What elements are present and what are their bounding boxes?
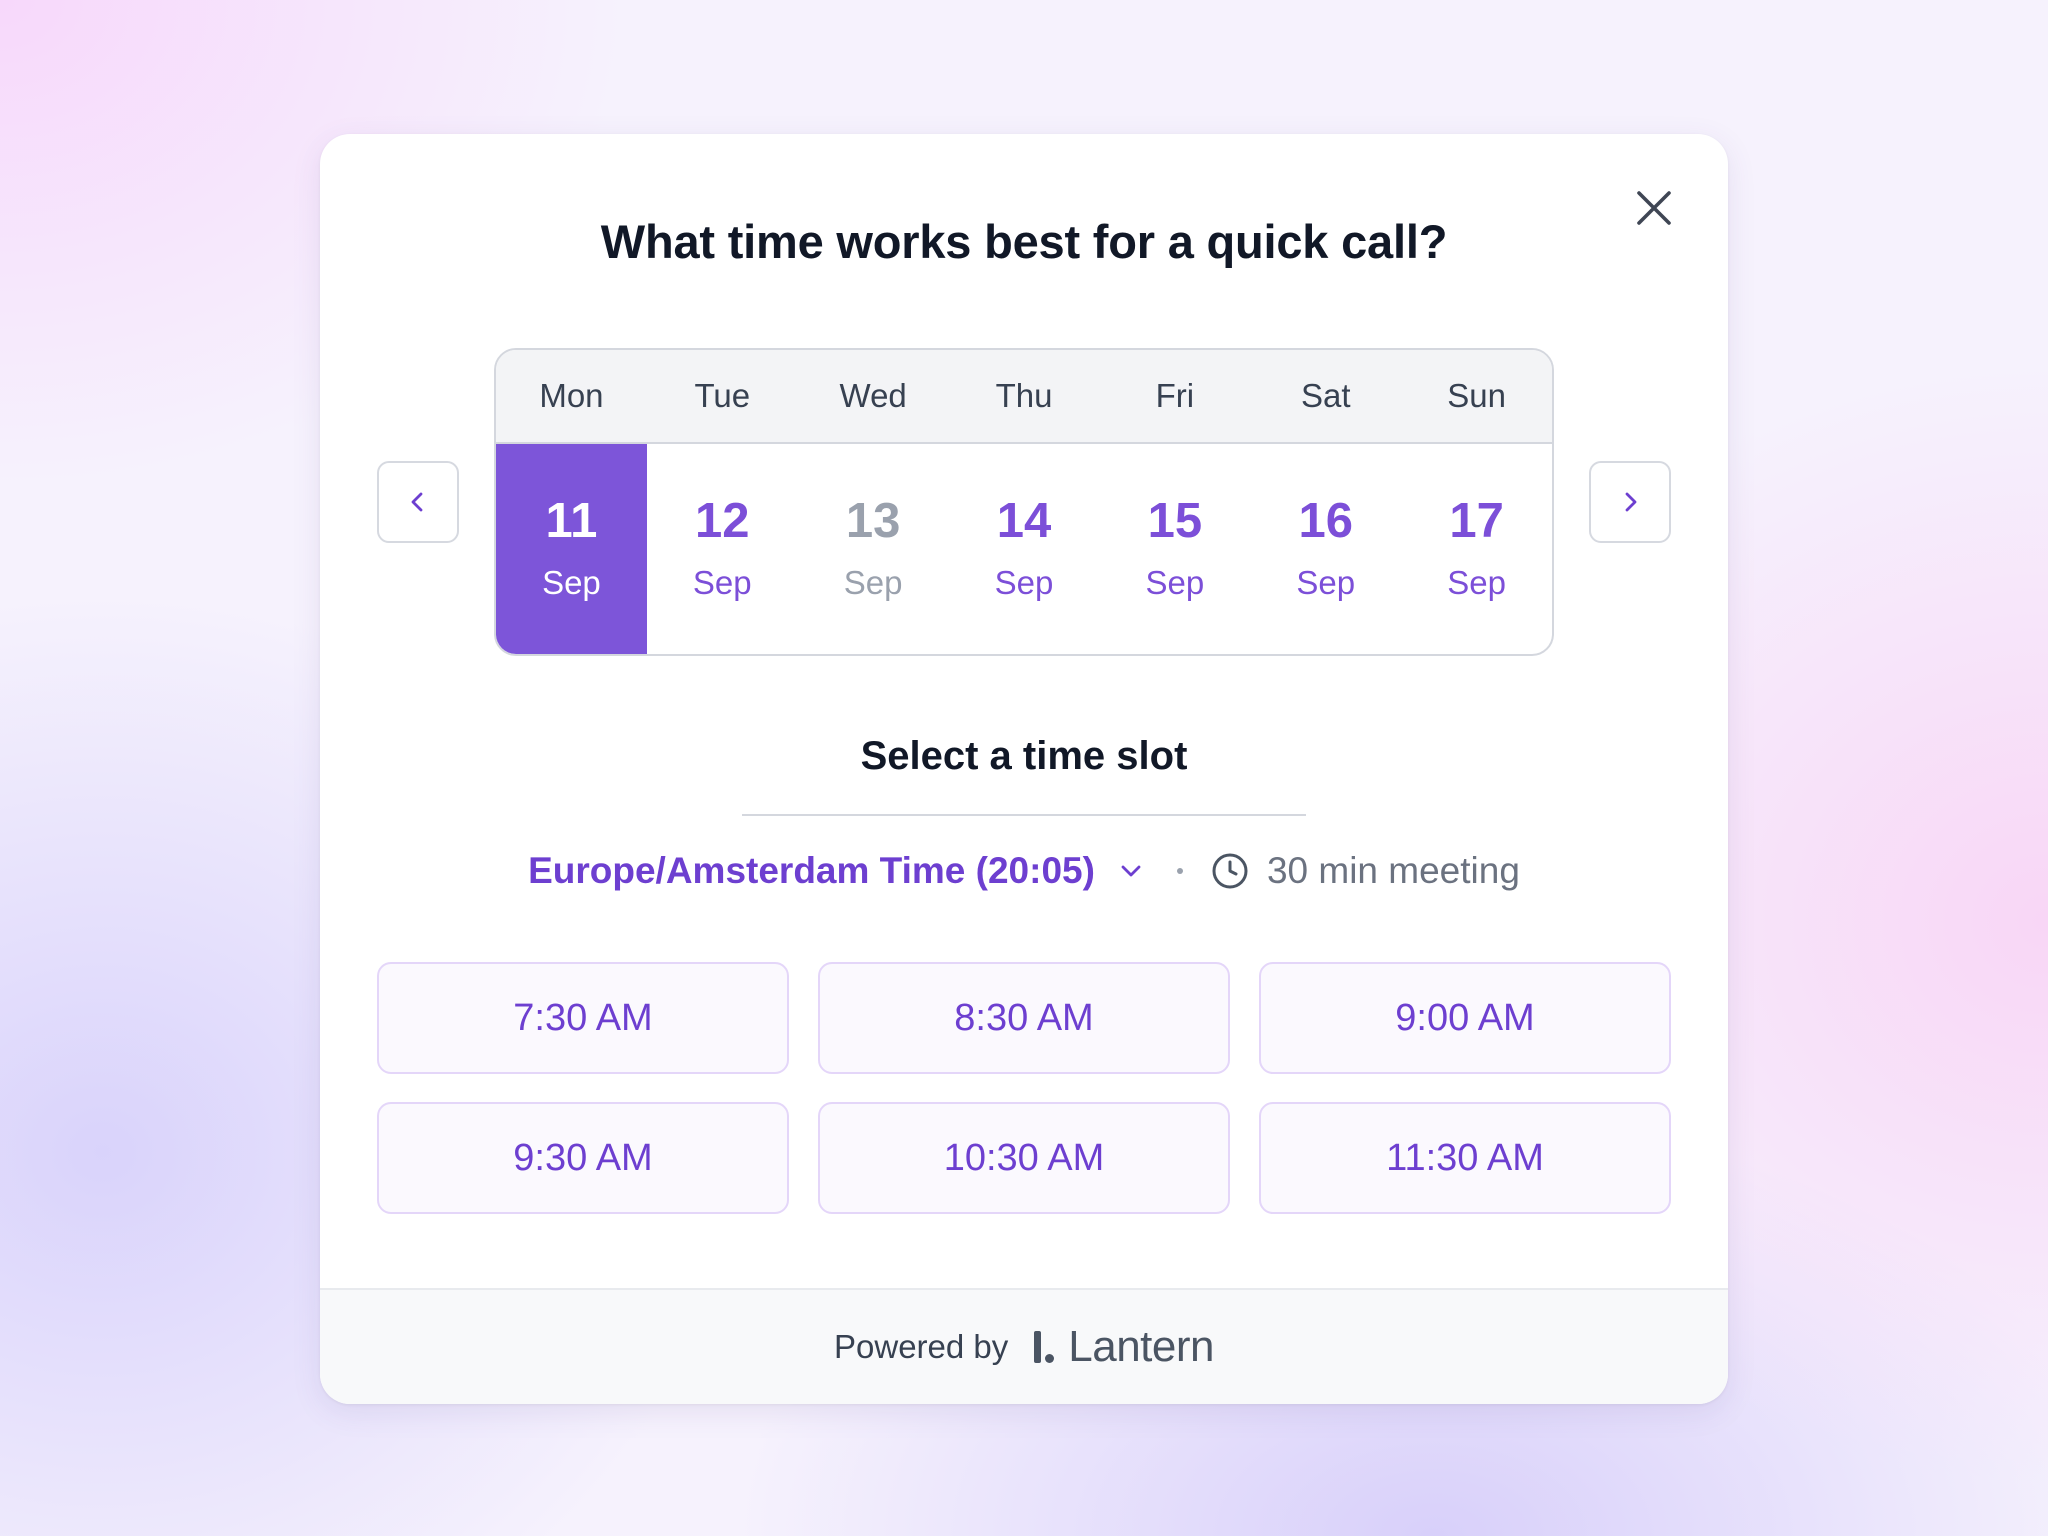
weekday-label: Sun — [1447, 377, 1506, 414]
day-cell[interactable]: 16 Sep — [1250, 444, 1401, 654]
weekday-label: Tue — [694, 377, 751, 414]
clock-icon — [1211, 852, 1249, 890]
day-number: 14 — [996, 493, 1052, 548]
scheduling-modal: What time works best for a quick call? M… — [320, 134, 1728, 1404]
day-month: Sep — [542, 563, 601, 601]
timezone-label: Europe/Amsterdam Time (20:05) — [528, 850, 1095, 891]
lantern-logo-icon — [1034, 1331, 1055, 1363]
weekday-label: Sat — [1300, 377, 1351, 414]
time-slot-button[interactable]: 7:30 AM — [377, 962, 789, 1074]
day-cell[interactable]: 14 Sep — [949, 444, 1100, 654]
day-number: 13 — [845, 493, 901, 548]
time-slot-heading: Select a time slot — [860, 734, 1188, 778]
time-slot-button[interactable]: 11:30 AM — [1259, 1102, 1671, 1214]
time-slot-button[interactable]: 8:30 AM — [818, 962, 1230, 1074]
day-cell[interactable]: 17 Sep — [1401, 444, 1552, 654]
meeting-meta: Europe/Amsterdam Time (20:05) 30 min mee… — [320, 846, 1728, 896]
timezone-selector[interactable]: Europe/Amsterdam Time (20:05) — [528, 850, 1145, 892]
powered-by-label: Powered by — [834, 1328, 1009, 1365]
day-cell[interactable]: 12 Sep — [647, 444, 798, 654]
day-cell[interactable]: 11 Sep — [496, 444, 647, 654]
divider — [742, 814, 1306, 816]
brand-name: Lantern — [1068, 1322, 1214, 1371]
day-number: 12 — [695, 493, 750, 548]
footer: Powered by Lantern — [320, 1288, 1728, 1404]
day-row: 11 Sep 12 Sep 13 Sep 14 Sep 15 Sep 16 Se… — [496, 444, 1552, 654]
previous-week-button[interactable] — [377, 461, 459, 543]
duration-label: 30 min meeting — [1266, 850, 1520, 891]
weekday-label: Wed — [839, 377, 907, 414]
next-week-button[interactable] — [1589, 461, 1671, 543]
day-month: Sep — [692, 563, 752, 601]
day-month: Sep — [1145, 563, 1205, 601]
day-cell[interactable]: 15 Sep — [1099, 444, 1250, 654]
day-month: Sep — [1447, 563, 1506, 601]
chevron-right-icon — [1625, 492, 1637, 512]
day-number: 17 — [1449, 493, 1504, 548]
separator-dot — [1176, 868, 1183, 874]
week-calendar: Mon Tue Wed Thu Fri Sat Sun 11 Sep 12 Se… — [494, 348, 1554, 656]
day-number: 15 — [1147, 493, 1203, 548]
day-cell: 13 Sep — [798, 444, 949, 654]
weekday-header: Mon Tue Wed Thu Fri Sat Sun — [496, 350, 1552, 444]
chevron-down-icon — [1117, 857, 1145, 885]
modal-title: What time works best for a quick call? — [600, 215, 1448, 268]
day-number: 11 — [545, 493, 598, 548]
day-month: Sep — [843, 563, 903, 601]
time-slot-button[interactable]: 9:00 AM — [1259, 962, 1671, 1074]
time-slot-grid: 7:30 AM 8:30 AM 9:00 AM 9:30 AM 10:30 AM… — [377, 962, 1672, 1214]
time-slot-button[interactable]: 10:30 AM — [818, 1102, 1230, 1214]
day-month: Sep — [994, 563, 1054, 601]
time-slot-button[interactable]: 9:30 AM — [377, 1102, 789, 1214]
day-number: 16 — [1298, 493, 1353, 548]
lantern-logo[interactable]: Lantern — [1034, 1322, 1214, 1372]
chevron-left-icon — [411, 492, 423, 512]
weekday-label: Thu — [995, 377, 1053, 414]
weekday-label: Mon — [539, 377, 604, 414]
weekday-label: Fri — [1155, 377, 1195, 414]
meeting-duration: 30 min meeting — [1211, 850, 1520, 892]
day-month: Sep — [1296, 563, 1356, 601]
